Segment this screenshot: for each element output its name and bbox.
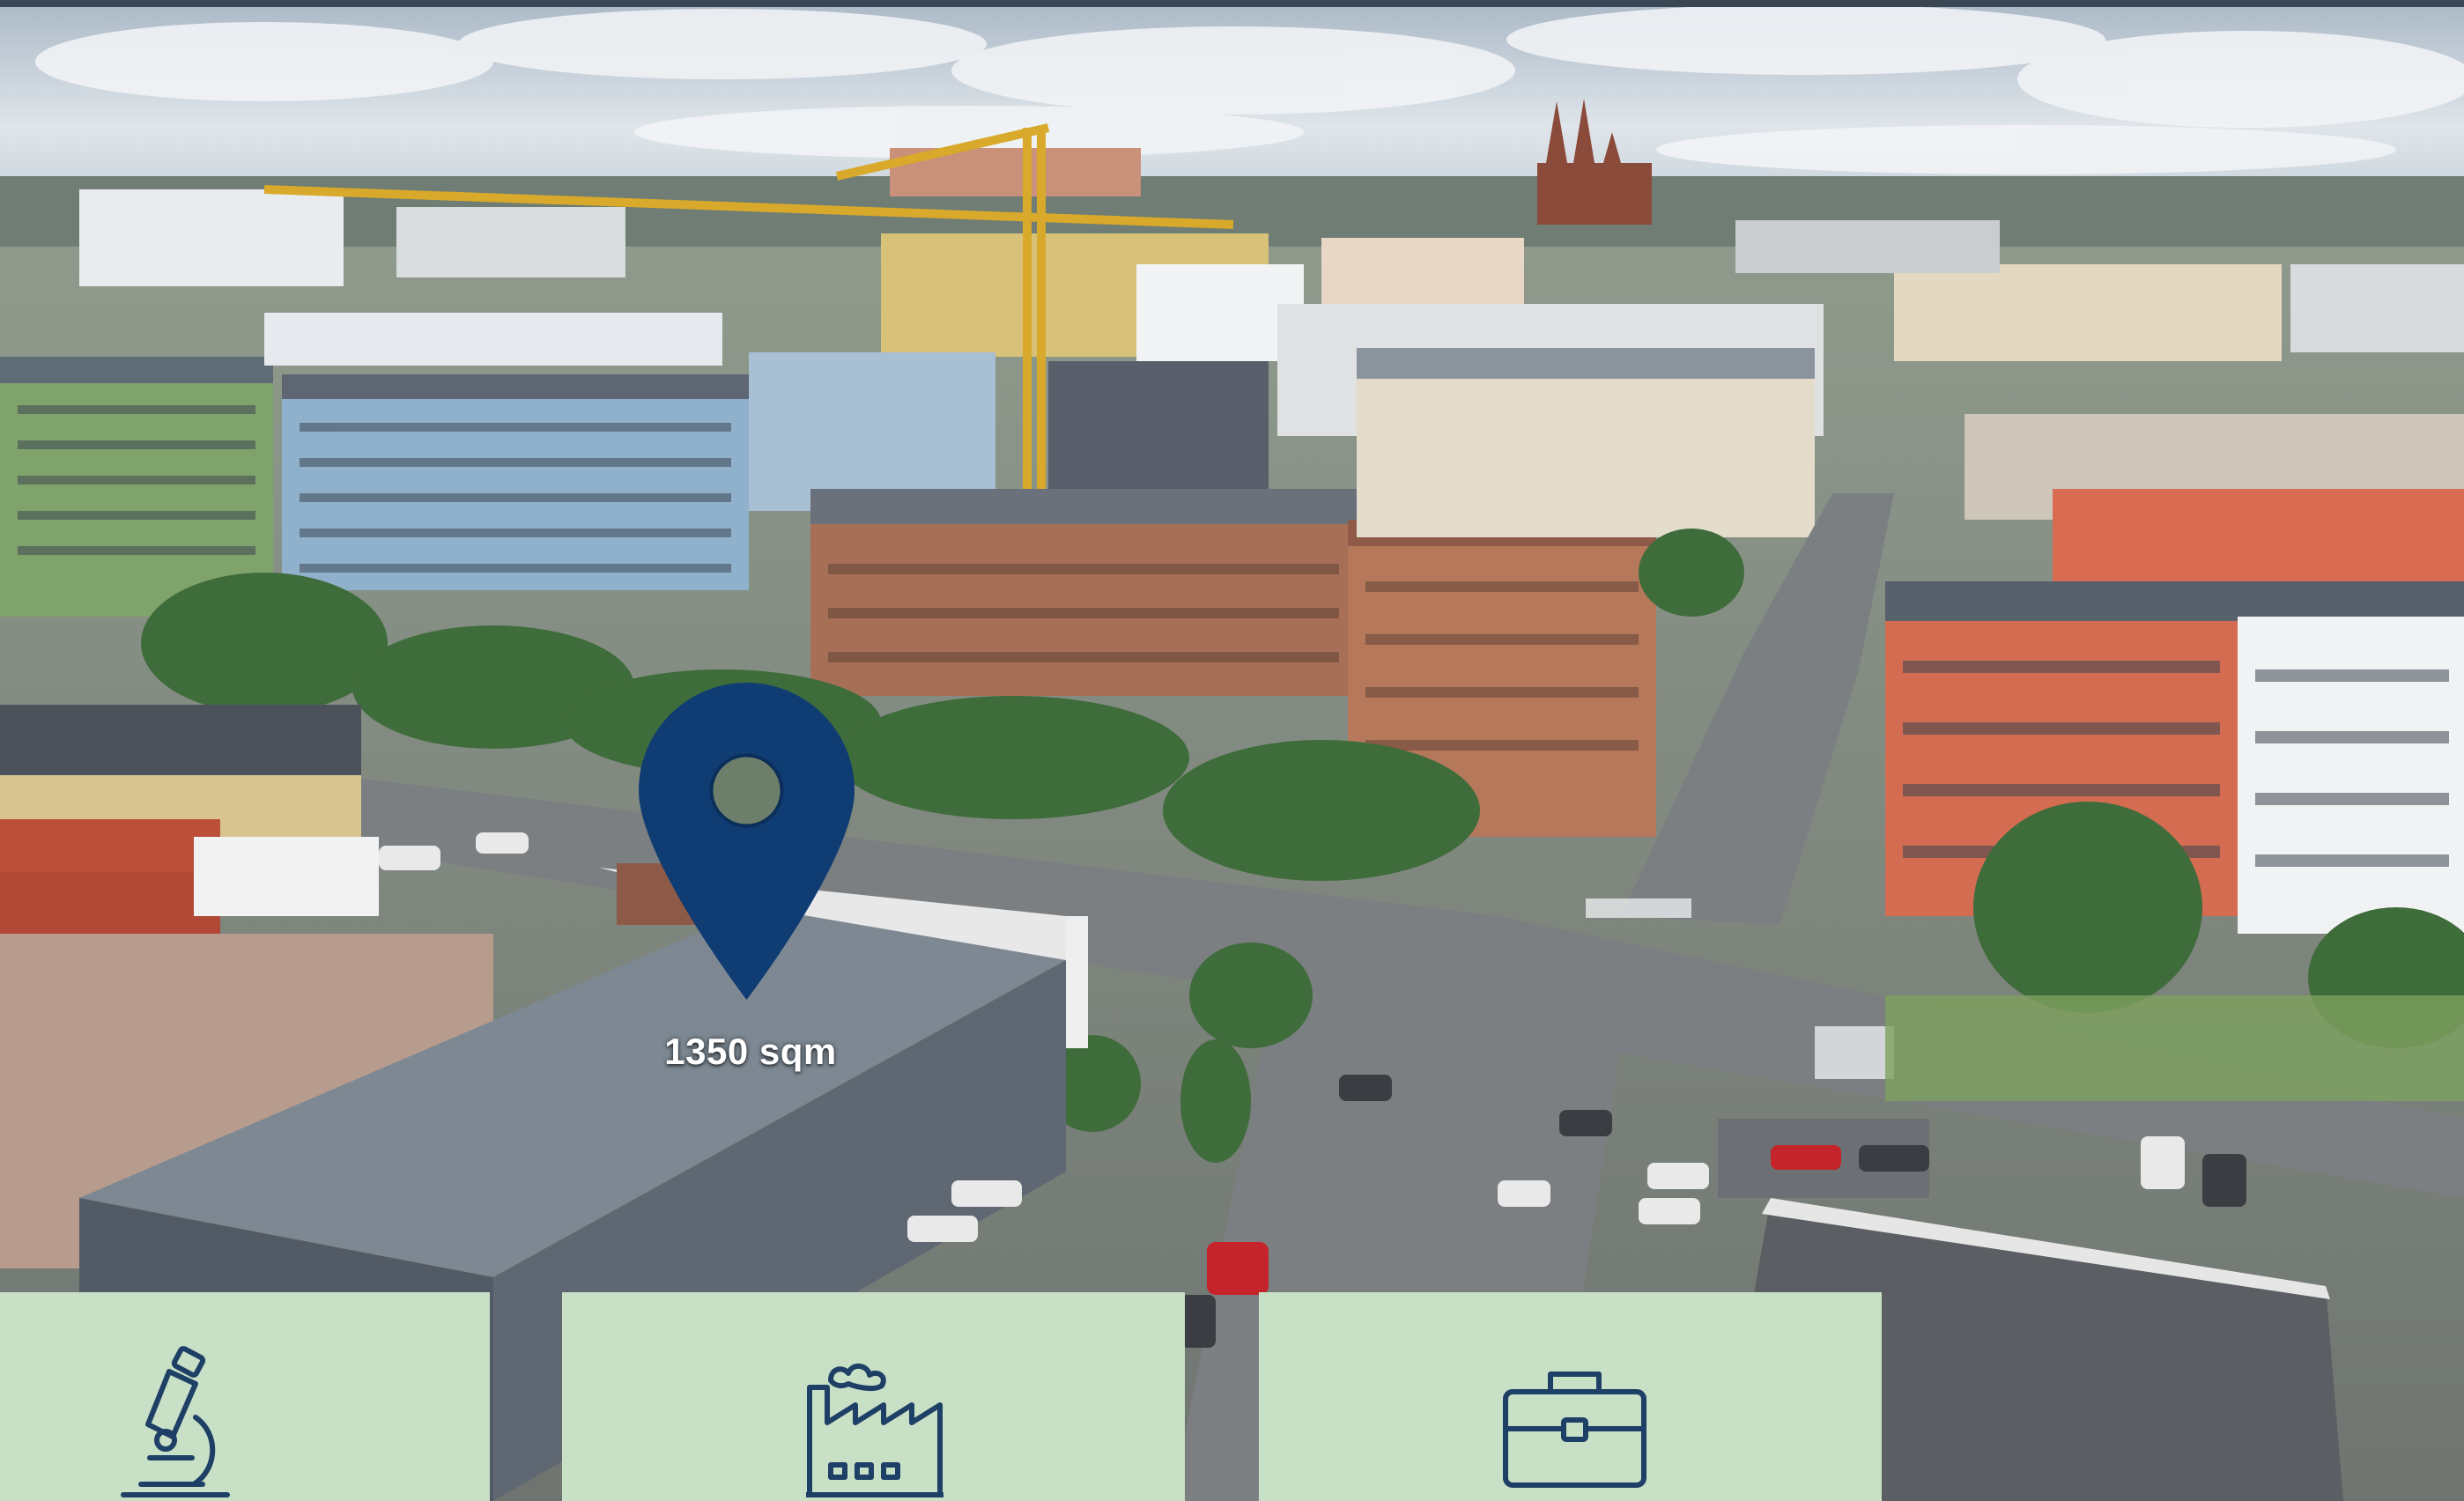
microscope-icon: [121, 1346, 230, 1497]
card-research: [0, 1292, 490, 1501]
factory-icon: [806, 1364, 943, 1497]
card-industry: [562, 1292, 1185, 1501]
card-office: [1259, 1292, 1882, 1501]
briefcase-icon: [1503, 1372, 1646, 1488]
lawn: [1885, 995, 2464, 1101]
aerial-photo: [0, 0, 2464, 1501]
area-label: 1350 sqm: [664, 1031, 837, 1072]
top-bar: [0, 0, 2464, 7]
location-pin-icon: [639, 683, 855, 1000]
